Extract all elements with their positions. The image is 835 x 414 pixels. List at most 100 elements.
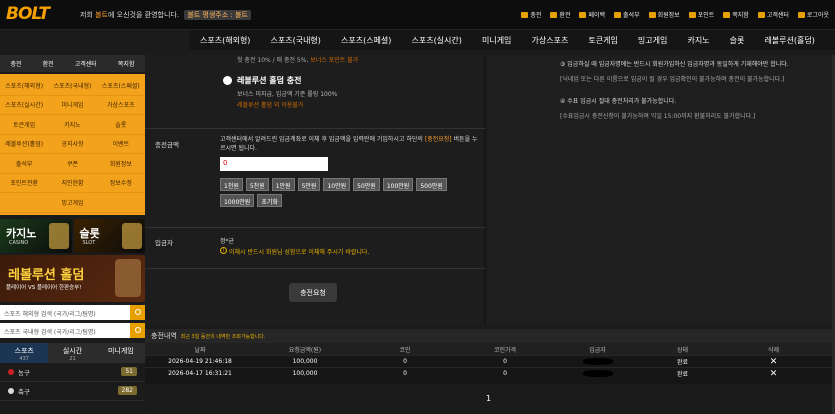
account-bar: 충전 환전 고객센터 쪽지함: [0, 55, 145, 72]
sidebar-item-coupon[interactable]: 쿠폰: [48, 154, 97, 174]
tab-minigame[interactable]: 미니게임: [96, 342, 145, 363]
main-nav: 스포츠(해외형) 스포츠(국내형) 스포츠(스페셜) 스포츠(실시간) 미니게임…: [190, 30, 835, 50]
sidebar-item-point-convert[interactable]: 포인트전환: [0, 174, 49, 193]
nav-sports-special[interactable]: 스포츠(스페셜): [341, 35, 391, 46]
chip-100k[interactable]: 10만원: [323, 178, 351, 191]
sidebar-item-mingo[interactable]: 밍고게임: [48, 193, 97, 213]
amount-input[interactable]: 0: [220, 157, 328, 171]
search-icon: [134, 309, 141, 315]
casino-banner[interactable]: 카지노 CASINO: [0, 218, 72, 253]
sidebar-item-event[interactable]: 이벤트: [96, 135, 145, 154]
chip-5m[interactable]: 500만원: [416, 178, 447, 191]
top-link-support[interactable]: 고객센터: [757, 10, 789, 19]
revolution-holdem-banner[interactable]: 레볼루션 홀덤 플레이어 VS 플레이어 한판승부!: [0, 254, 145, 302]
sidebar-menu-grid: 스포츠(해외형) 스포츠(국내형) 스포츠(스페셜) 스포츠(실시간) 미니게임…: [0, 74, 145, 215]
nav-revolution-holdem[interactable]: 레볼루션(홀덤): [764, 35, 814, 46]
chip-1m[interactable]: 100만원: [382, 178, 414, 191]
chip-50k[interactable]: 5만원: [297, 178, 321, 191]
sidebar-item-sports-special[interactable]: 스포츠(스페셜): [96, 76, 145, 96]
nav-casino[interactable]: 카지노: [687, 35, 709, 46]
deposit-history: 충전내역 최근 3일 동안의 내역만 조회가능합니다. 날짜 요청금액(원) 코인 코인…: [145, 329, 832, 384]
nav-slot[interactable]: 슬롯: [730, 35, 745, 46]
search-overseas-button[interactable]: [130, 304, 145, 320]
nav-mingo-game[interactable]: 밍고게임: [638, 35, 667, 46]
top-link-logout[interactable]: 로그아웃: [797, 10, 829, 19]
chip-10m[interactable]: 1000만원: [220, 194, 255, 207]
sidebar-item-minigame[interactable]: 미니게임: [48, 96, 97, 115]
top-bar: BOLT 저희 볼트에 오신것을 환영합니다. 볼트 평생주소 : 볼트 충전 …: [0, 0, 835, 30]
delete-icon[interactable]: ✕: [725, 357, 822, 366]
search-icon: [134, 327, 141, 333]
chip-500k[interactable]: 50만원: [353, 178, 380, 191]
search-domestic-input[interactable]: 스포츠 국내형 검색 (국가/리그/팀명): [0, 322, 130, 338]
basketball-icon: [8, 368, 14, 375]
sport-tabs: 스포츠 437 실시간 21 미니게임: [0, 342, 145, 363]
sidebar-item-slot[interactable]: 슬롯: [96, 115, 145, 135]
sidebar-item-revolution[interactable]: 레볼루션(홀덤): [0, 135, 49, 154]
sidebar-messages[interactable]: 쪽지함: [118, 59, 135, 68]
revolution-holdem-option[interactable]: 레볼루션 홀덤 충전: [223, 75, 484, 86]
sidebar: 충전 환전 고객센터 쪽지함 스포츠(해외형) 스포츠(국내형) 스포츠(스페셜…: [0, 55, 145, 414]
slot-banner[interactable]: 슬롯 SLOT: [73, 218, 145, 253]
sidebar-item-casino[interactable]: 카지노: [48, 115, 97, 135]
tab-sports[interactable]: 스포츠 437: [0, 342, 49, 363]
amount-description: 고객센터에서 알려드린 입금계좌로 이체 후 입금액을 입력란에 기입하시고 하…: [220, 136, 478, 152]
top-link-message[interactable]: 쪽지함: [723, 10, 749, 19]
search-overseas-input[interactable]: 스포츠 해외형 검색 (국가/리그/팀명): [0, 304, 130, 320]
nav-sports-live[interactable]: 스포츠(실시간): [411, 35, 461, 46]
league-item-basketball[interactable]: 농구 51: [0, 363, 145, 382]
casino-image: [48, 222, 69, 249]
sidebar-item-token[interactable]: 토큰게임: [0, 115, 49, 135]
top-link-member-info[interactable]: 회원정보: [648, 10, 680, 19]
search-overseas: 스포츠 해외형 검색 (국가/리그/팀명): [0, 304, 145, 320]
game-banners: 카지노 CASINO 슬롯 SLOT: [0, 218, 145, 253]
top-link-deposit[interactable]: 충전: [521, 10, 541, 19]
search-domestic-button[interactable]: [130, 322, 145, 338]
sidebar-item-notice[interactable]: 공지사항: [48, 135, 97, 154]
logout-icon: [797, 11, 805, 18]
table-row: 2026-04-17 16:31:21 100,000 0 0 완료 ✕: [145, 367, 832, 379]
top-link-attendance[interactable]: 출석부: [614, 10, 640, 19]
reset-chip[interactable]: 초기화: [257, 194, 282, 207]
top-link-point[interactable]: 포인트: [688, 10, 714, 19]
top-link-withdraw[interactable]: 환전: [550, 10, 570, 19]
sidebar-item-empty-1: [0, 193, 49, 213]
sidebar-item-sports-live[interactable]: 스포츠(실시간): [0, 96, 49, 115]
deposit-request-button[interactable]: 충전요청: [289, 283, 337, 302]
sidebar-support[interactable]: 고객센터: [75, 59, 97, 68]
sidebar-item-sports-overseas[interactable]: 스포츠(해외형): [0, 76, 49, 96]
pagination: 1: [145, 384, 832, 412]
sidebar-item-virtual[interactable]: 가상스포츠: [96, 96, 145, 115]
page-1[interactable]: 1: [486, 394, 491, 403]
nav-sports-overseas[interactable]: 스포츠(해외형): [200, 35, 250, 46]
sidebar-item-member-info[interactable]: 회원정보: [96, 154, 145, 174]
chip-1k[interactable]: 1천원: [220, 178, 243, 191]
withdraw-icon: [550, 11, 558, 18]
sidebar-item-attendance[interactable]: 출석부: [0, 154, 49, 174]
chip-5k[interactable]: 5천원: [245, 178, 269, 191]
sidebar-item-edit-info[interactable]: 정보수정: [96, 174, 145, 193]
table-row: 2026-04-19 21:46:18 100,000 0 0 완료 ✕: [145, 355, 832, 367]
nav-sports-domestic[interactable]: 스포츠(국내형): [271, 35, 321, 46]
logo[interactable]: BOLT: [6, 4, 50, 24]
notice-4: ④ 수표 입금시 절대 충전처리가 불가능합니다. [수표입금시 충전신청이 불…: [560, 98, 756, 120]
support-icon: [757, 11, 765, 18]
delete-icon[interactable]: ✕: [725, 369, 822, 378]
top-links: 충전 환전 페이백 출석부 회원정보 포인트 쪽지함 고객센터 로그아웃: [521, 10, 829, 19]
sidebar-item-sports-domestic[interactable]: 스포츠(국내형): [48, 76, 97, 96]
depositor-name: 정*균: [220, 238, 235, 245]
radio-button[interactable]: [223, 76, 232, 85]
league-item-soccer[interactable]: 축구 282: [0, 382, 145, 401]
sidebar-deposit[interactable]: 충전: [11, 59, 22, 68]
sidebar-withdraw[interactable]: 환전: [43, 59, 54, 68]
tab-live[interactable]: 실시간 21: [48, 342, 97, 363]
search-domestic: 스포츠 국내형 검색 (국가/리그/팀명): [0, 322, 145, 338]
top-link-payback[interactable]: 페이백: [579, 10, 605, 19]
nav-minigame[interactable]: 미니게임: [482, 35, 511, 46]
notice-3: ③ 입금하실 때 입금자명에는 반드시 회원가입하신 입금자명과 동일하게 기재…: [560, 61, 789, 83]
slot-image: [122, 222, 142, 249]
chip-10k[interactable]: 1만원: [271, 178, 295, 191]
nav-virtual-sports[interactable]: 가상스포츠: [532, 35, 569, 46]
sidebar-item-referral[interactable]: 지인현황: [48, 174, 97, 193]
nav-token-game[interactable]: 토큰게임: [588, 35, 617, 46]
